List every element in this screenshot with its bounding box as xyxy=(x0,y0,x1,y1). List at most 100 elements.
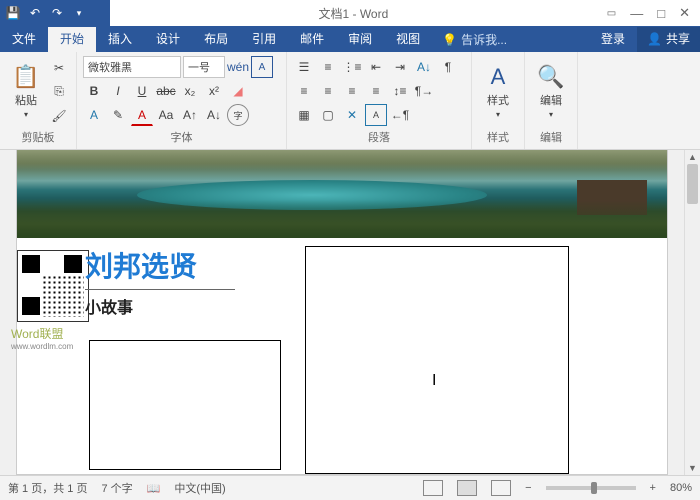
phonetic-icon[interactable]: wén xyxy=(227,56,249,78)
subscript-button[interactable]: x₂ xyxy=(179,80,201,102)
shading-icon[interactable]: ▦ xyxy=(293,104,315,126)
editing-label: 编辑 xyxy=(531,129,571,147)
sort-icon[interactable]: A↓ xyxy=(413,56,435,78)
font-label: 字体 xyxy=(83,129,280,147)
tab-mailings[interactable]: 邮件 xyxy=(288,27,336,52)
proofing-icon[interactable]: 📖 xyxy=(147,482,161,495)
close-icon[interactable]: ✕ xyxy=(679,5,690,21)
find-icon: 🔍 xyxy=(537,64,564,90)
redo-icon[interactable]: ↷ xyxy=(48,6,66,20)
char-shading-icon[interactable]: Aa xyxy=(155,104,177,126)
font-size-select[interactable]: 一号 xyxy=(183,56,225,78)
tab-design[interactable]: 设计 xyxy=(144,27,192,52)
print-layout-icon[interactable] xyxy=(457,480,477,496)
distributed-icon[interactable]: ✕ xyxy=(341,104,363,126)
cut-icon[interactable]: ✂ xyxy=(48,57,70,79)
copy-icon[interactable]: ⎘ xyxy=(48,81,70,103)
line-spacing-icon[interactable]: ↕≡ xyxy=(389,80,411,102)
decrease-indent-icon[interactable]: ⇤ xyxy=(365,56,387,78)
window-title: 文档1 - Word xyxy=(110,5,597,22)
strike-button[interactable]: abc xyxy=(155,80,177,102)
align-center-icon[interactable]: ≡ xyxy=(317,80,339,102)
ltr-icon[interactable]: ¶→ xyxy=(413,80,435,102)
char-border-icon[interactable]: A xyxy=(251,56,273,78)
group-editing: 🔍 编辑 ▾ 编辑 xyxy=(525,52,578,149)
header-image xyxy=(17,150,667,238)
doc-title[interactable]: 刘邦选贤 xyxy=(85,245,235,285)
tab-home[interactable]: 开始 xyxy=(48,27,96,52)
tab-review[interactable]: 审阅 xyxy=(336,27,384,52)
zoom-out-icon[interactable]: − xyxy=(525,482,531,494)
group-paragraph: ☰ ≡ ⋮≡ ⇤ ⇥ A↓ ¶ ≡ ≡ ≡ ≡ ↕≡ ¶→ ▦ ▢ ✕ A xyxy=(287,52,472,149)
numbering-icon[interactable]: ≡ xyxy=(317,56,339,78)
multilevel-icon[interactable]: ⋮≡ xyxy=(341,56,363,78)
clear-format-icon[interactable]: ◢ xyxy=(227,80,249,102)
enclose-char-icon[interactable]: 字 xyxy=(227,104,249,126)
qr-code xyxy=(17,250,89,322)
align-right-icon[interactable]: ≡ xyxy=(341,80,363,102)
styles-label: 样式 xyxy=(478,129,518,147)
show-marks-icon[interactable]: ¶ xyxy=(437,56,459,78)
undo-icon[interactable]: ↶ xyxy=(26,6,44,20)
minimize-icon[interactable]: — xyxy=(630,6,643,21)
tab-view[interactable]: 视图 xyxy=(384,27,432,52)
tab-layout[interactable]: 布局 xyxy=(192,27,240,52)
save-icon[interactable]: 💾 xyxy=(4,6,22,20)
tab-references[interactable]: 引用 xyxy=(240,27,288,52)
bold-button[interactable]: B xyxy=(83,80,105,102)
qat-menu[interactable]: ▾ xyxy=(70,8,88,19)
text-effects-icon[interactable]: A xyxy=(83,104,105,126)
text-box-2[interactable] xyxy=(305,246,569,474)
editing-button[interactable]: 🔍 编辑 ▾ xyxy=(531,57,571,127)
font-family-select[interactable]: 微软雅黑 xyxy=(83,56,181,78)
shrink-font-icon[interactable]: A↓ xyxy=(203,104,225,126)
grow-font-icon[interactable]: A↑ xyxy=(179,104,201,126)
styles-icon: A xyxy=(491,64,506,90)
read-mode-icon[interactable] xyxy=(423,480,443,496)
group-styles: A 样式 ▾ 样式 xyxy=(472,52,525,149)
justify-icon[interactable]: ≡ xyxy=(365,80,387,102)
word-count[interactable]: 7 个字 xyxy=(101,480,132,496)
highlight-icon[interactable]: ✎ xyxy=(107,104,129,126)
scroll-down-icon[interactable]: ▼ xyxy=(685,463,700,473)
scroll-thumb[interactable] xyxy=(687,164,698,204)
borders-icon[interactable]: ▢ xyxy=(317,104,339,126)
tab-insert[interactable]: 插入 xyxy=(96,27,144,52)
italic-button[interactable]: I xyxy=(107,80,129,102)
underline-button[interactable]: U xyxy=(131,80,153,102)
ribbon-tabs: 文件 开始 插入 设计 布局 引用 邮件 审阅 视图 💡告诉我... 登录 👤共… xyxy=(0,27,700,52)
login-link[interactable]: 登录 xyxy=(589,27,637,52)
scroll-up-icon[interactable]: ▲ xyxy=(685,152,700,162)
maximize-icon[interactable]: □ xyxy=(657,6,665,21)
title-bar: 💾 ↶ ↷ ▾ 文档1 - Word ▭ — □ ✕ xyxy=(0,0,700,27)
ribbon-options-icon[interactable]: ▭ xyxy=(607,8,616,19)
text-cursor: I xyxy=(432,372,436,390)
asian-layout-icon[interactable]: A xyxy=(365,104,387,126)
zoom-level[interactable]: 80% xyxy=(670,482,692,494)
ribbon: 📋 粘贴 ▾ ✂ ⎘ 🖌 剪贴板 微软雅黑 一号 wén A B I U xyxy=(0,52,700,150)
bullets-icon[interactable]: ☰ xyxy=(293,56,315,78)
font-color-icon[interactable]: A xyxy=(131,104,153,126)
zoom-in-icon[interactable]: + xyxy=(650,482,656,494)
share-button[interactable]: 👤共享 xyxy=(637,27,700,52)
zoom-slider[interactable] xyxy=(546,486,636,490)
page-indicator[interactable]: 第 1 页，共 1 页 xyxy=(8,480,87,496)
divider xyxy=(85,289,235,290)
page[interactable]: Word联盟 www.wordlm.com 刘邦选贤 小故事 I xyxy=(16,150,668,475)
web-layout-icon[interactable] xyxy=(491,480,511,496)
styles-button[interactable]: A 样式 ▾ xyxy=(478,57,518,127)
status-bar: 第 1 页，共 1 页 7 个字 📖 中文(中国) − + 80% xyxy=(0,475,700,500)
paste-button[interactable]: 📋 粘贴 ▾ xyxy=(6,57,46,127)
doc-subtitle[interactable]: 小故事 xyxy=(85,294,235,318)
language-indicator[interactable]: 中文(中国) xyxy=(174,480,225,496)
vertical-scrollbar[interactable]: ▲ ▼ xyxy=(684,150,700,475)
tell-me[interactable]: 💡告诉我... xyxy=(432,31,517,48)
superscript-button[interactable]: x² xyxy=(203,80,225,102)
increase-indent-icon[interactable]: ⇥ xyxy=(389,56,411,78)
group-clipboard: 📋 粘贴 ▾ ✂ ⎘ 🖌 剪贴板 xyxy=(0,52,77,149)
rtl-icon[interactable]: ←¶ xyxy=(389,104,411,126)
format-painter-icon[interactable]: 🖌 xyxy=(48,105,70,127)
text-box-1[interactable] xyxy=(89,340,281,470)
align-left-icon[interactable]: ≡ xyxy=(293,80,315,102)
tab-file[interactable]: 文件 xyxy=(0,27,48,52)
